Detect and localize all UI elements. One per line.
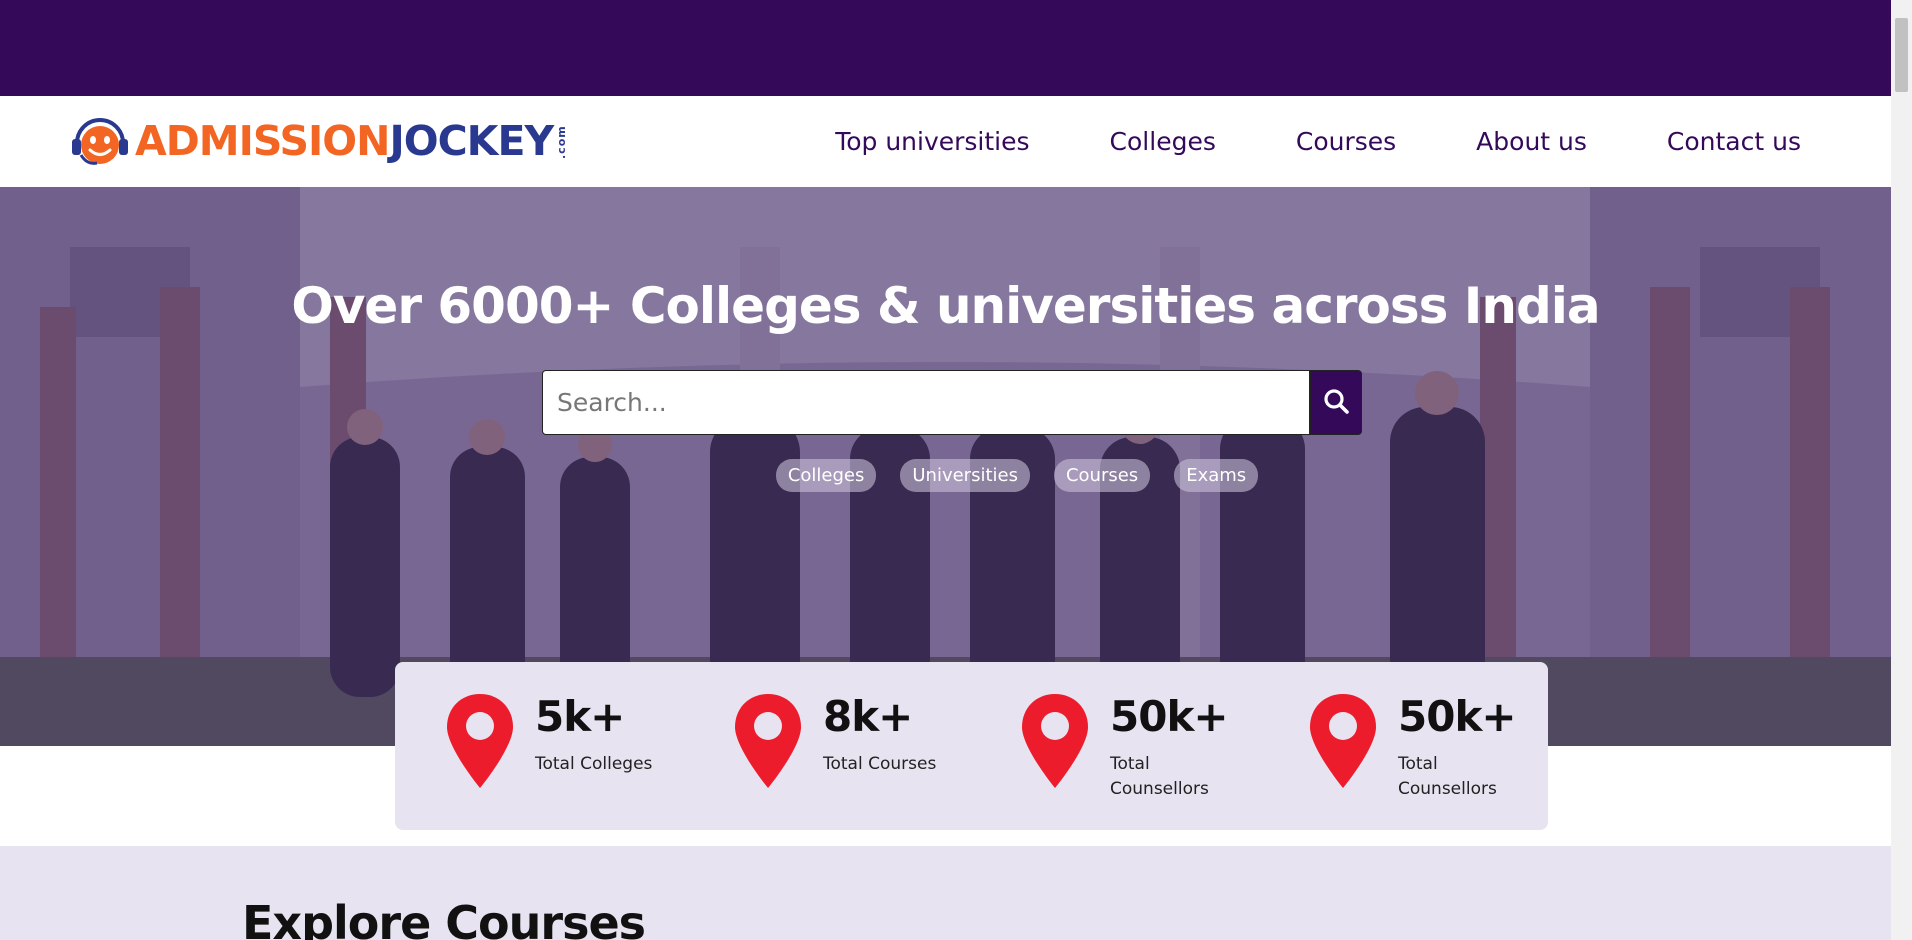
explore-courses-section: Explore Courses <box>0 846 1891 940</box>
stat-label: Total Colleges <box>535 754 653 774</box>
stats-panel: 5k+ Total Colleges 8k+ Total Courses 50k… <box>395 662 1548 830</box>
chip-exams[interactable]: Exams <box>1174 459 1259 492</box>
chip-universities[interactable]: Universities <box>900 459 1030 492</box>
logo-tld: .com <box>555 124 569 159</box>
stat-counsellors-2: 50k+ Total Counsellors <box>1308 692 1517 802</box>
stat-colleges: 5k+ Total Colleges <box>445 692 652 790</box>
map-pin-icon <box>445 692 515 790</box>
search-icon <box>1323 388 1349 418</box>
section-title: Explore Courses <box>242 896 646 940</box>
scrollbar-thumb[interactable] <box>1895 18 1908 92</box>
site-logo[interactable]: ADMISSIONJOCKEY .com <box>69 113 568 170</box>
stat-label: Total Courses <box>823 754 937 774</box>
nav-about-us[interactable]: About us <box>1476 127 1587 156</box>
top-banner <box>0 0 1891 96</box>
page-scrollbar[interactable] <box>1891 0 1912 940</box>
search-bar <box>542 370 1362 435</box>
search-button[interactable] <box>1310 370 1362 435</box>
stat-label: Total Counsellors <box>1110 754 1209 799</box>
search-category-chips: Colleges Universities Courses Exams <box>0 459 1891 492</box>
nav-courses[interactable]: Courses <box>1296 127 1396 156</box>
main-nav: Top universities Colleges Courses About … <box>835 96 1801 187</box>
navbar: ADMISSIONJOCKEY .com Top universities Co… <box>0 96 1891 187</box>
nav-contact-us[interactable]: Contact us <box>1667 127 1801 156</box>
stat-value: 50k+ <box>1110 692 1229 741</box>
headset-mascot-icon <box>69 113 131 170</box>
nav-colleges[interactable]: Colleges <box>1110 127 1216 156</box>
hero-title: Over 6000+ Colleges & universities acros… <box>291 277 1600 335</box>
stat-courses: 8k+ Total Courses <box>733 692 936 790</box>
logo-wordmark: ADMISSIONJOCKEY <box>135 117 554 165</box>
stat-value: 8k+ <box>823 692 913 741</box>
chip-courses[interactable]: Courses <box>1053 459 1151 492</box>
map-pin-icon <box>733 692 803 790</box>
chip-colleges[interactable]: Colleges <box>775 459 877 492</box>
map-pin-icon <box>1020 692 1090 790</box>
search-input[interactable] <box>542 370 1310 435</box>
stat-counsellors: 50k+ Total Counsellors <box>1020 692 1229 802</box>
stat-label: Total Counsellors <box>1398 754 1497 799</box>
nav-top-universities[interactable]: Top universities <box>835 127 1029 156</box>
map-pin-icon <box>1308 692 1378 790</box>
stat-value: 50k+ <box>1398 692 1517 741</box>
stat-value: 5k+ <box>535 692 625 741</box>
